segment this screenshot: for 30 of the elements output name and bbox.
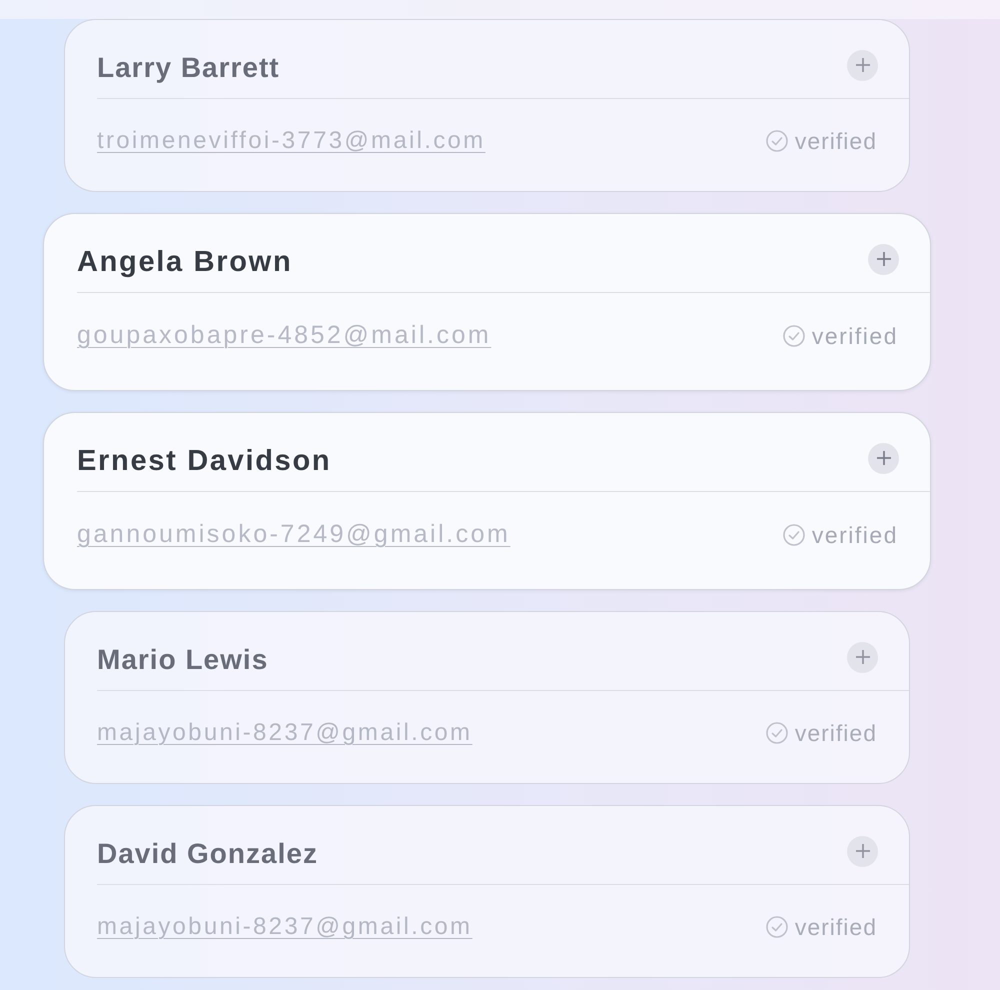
check-circle-icon <box>782 324 805 347</box>
status-label: verified <box>794 126 877 156</box>
status-label: verified <box>794 912 877 942</box>
add-button[interactable] <box>868 442 899 474</box>
contact-card[interactable]: David Gonzalez majayobuni-8237@gmail.com verified <box>64 805 910 978</box>
contact-name: David Gonzalez <box>97 837 318 871</box>
plus-icon <box>876 451 890 465</box>
check-circle-icon <box>766 916 788 938</box>
contact-card[interactable]: Angela Brown goupaxobapre-4852@mail.com verified <box>43 213 931 391</box>
plus-icon <box>876 252 890 266</box>
add-button[interactable] <box>868 244 899 274</box>
add-button[interactable] <box>847 836 878 866</box>
contact-name: Larry Barrett <box>97 51 280 85</box>
status-label: verified <box>794 718 877 748</box>
check-circle-icon <box>782 524 805 546</box>
add-button[interactable] <box>847 50 878 80</box>
plus-icon <box>856 844 870 858</box>
status-label: verified <box>812 322 898 350</box>
contact-name: Ernest Davidson <box>77 444 332 478</box>
check-circle-icon <box>766 722 788 744</box>
contact-card[interactable]: Ernest Davidson gannoumisoko-7249@gmail.com verified <box>43 412 931 590</box>
status-label: verified <box>812 520 898 550</box>
add-button[interactable] <box>847 642 878 672</box>
plus-icon <box>856 58 870 72</box>
contact-card[interactable]: Mario Lewis majayobuni-8237@gmail.com verified <box>64 611 910 784</box>
contact-card[interactable]: Larry Barrett troimeneviffoi-3773@mail.com verified <box>64 19 910 192</box>
check-circle-icon <box>766 130 788 152</box>
contact-name: Mario Lewis <box>97 643 268 677</box>
plus-icon <box>856 650 870 664</box>
contact-name: Angela Brown <box>77 244 292 280</box>
